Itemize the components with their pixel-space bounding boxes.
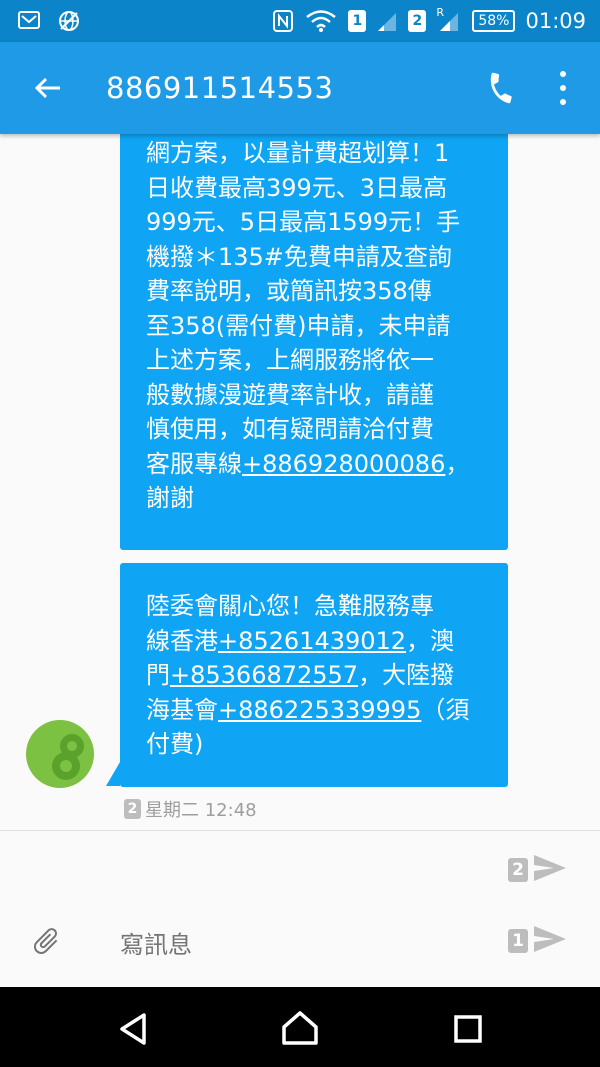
sim-badge: 1 — [508, 929, 528, 953]
globe-block-icon — [58, 10, 80, 32]
avatar[interactable] — [26, 720, 94, 788]
message-line: 謝謝 — [146, 484, 194, 512]
message-line: 慎使用，如有疑問請洽付費 — [146, 415, 434, 443]
phone-icon[interactable] — [484, 71, 518, 105]
sim-badge: 2 — [508, 858, 528, 882]
arrow-left-icon[interactable] — [32, 72, 64, 104]
message-meta: 2 星期二 12:48 — [124, 796, 257, 822]
recents-square-icon[interactable] — [448, 1009, 488, 1049]
line-text: （須 — [421, 695, 470, 724]
home-icon[interactable] — [280, 1009, 320, 1049]
message-line: 客服專線+886928000086， — [146, 447, 482, 482]
line-text: 線香港 — [146, 626, 218, 655]
line-text: ，大陸撥 — [358, 661, 455, 689]
sim2-badge: 2 — [408, 10, 427, 32]
back-triangle-icon[interactable] — [114, 1009, 154, 1049]
conversation-list[interactable]: 網方案，以量計費超划算！1 日收費最高399元、3日最高 999元、5日最高15… — [0, 134, 600, 830]
app-bar: 886911514553 — [0, 42, 600, 134]
send-icon — [532, 853, 568, 887]
roaming-label: R — [436, 6, 444, 19]
message-line: 上述方案，上網服務將依一 — [146, 346, 434, 374]
conversation-title: 886911514553 — [106, 71, 334, 105]
paperclip-icon[interactable] — [30, 923, 62, 959]
contact-avatar-icon — [52, 734, 84, 780]
message-line: 海基會+886225339995（須 — [146, 693, 482, 728]
send-icon — [532, 924, 568, 958]
navigation-bar — [0, 987, 600, 1067]
message-line: 至358(需付費)申請，未申請 — [146, 311, 451, 340]
message-line: 機撥＊135#免費申請及查詢 — [146, 242, 452, 271]
send-sim1-button[interactable]: 1 — [508, 924, 568, 958]
message-line: 線香港+85261439012，澳 — [146, 624, 482, 659]
sim1-badge: 1 — [348, 10, 367, 32]
composer: 2 寫訊息 1 — [0, 830, 600, 987]
phone-link[interactable]: +886225339995 — [218, 696, 421, 724]
signal-sim1-icon — [376, 10, 398, 32]
message-line: 費率說明，或簡訊按358傳 — [146, 277, 432, 305]
status-clock: 01:09 — [525, 9, 586, 33]
line-text: ， — [445, 449, 470, 478]
message-line: 陸委會關心您！急難服務專 — [146, 592, 434, 620]
message-line: 網方案，以量計費超划算！1 — [146, 139, 450, 167]
message-timestamp: 星期二 12:48 — [145, 800, 257, 821]
wifi-icon — [304, 10, 338, 32]
sms-notification-icon — [18, 10, 40, 32]
line-text: 門 — [146, 661, 170, 689]
message-bubble[interactable]: 網方案，以量計費超划算！1 日收費最高399元、3日最高 999元、5日最高15… — [120, 134, 508, 550]
message-input[interactable]: 寫訊息 — [120, 925, 192, 960]
bubble-tail — [106, 762, 120, 786]
battery-indicator: 58% — [472, 10, 516, 32]
more-vert-icon[interactable] — [558, 71, 568, 105]
message-bubble[interactable]: 陸委會關心您！急難服務專 線香港+85261439012，澳 門+8536687… — [120, 563, 508, 787]
message-line: 付費) — [146, 730, 204, 758]
phone-link[interactable]: +85366872557 — [170, 661, 358, 689]
status-bar: 1 2 R 58% 01:09 — [0, 0, 600, 42]
message-line: 日收費最高399元、3日最高 — [146, 173, 448, 202]
message-line: 門+85366872557，大陸撥 — [146, 658, 482, 693]
send-sim2-button[interactable]: 2 — [508, 853, 568, 887]
line-text: ，澳 — [406, 626, 455, 655]
phone-link[interactable]: +85261439012 — [218, 627, 406, 655]
line-text: 客服專線 — [146, 449, 242, 478]
nfc-icon — [272, 10, 294, 32]
message-line: 般數據漫遊費率計收，請謹 — [146, 380, 434, 409]
sim-badge: 2 — [124, 799, 141, 819]
signal-sim2-roaming-icon: R — [436, 6, 462, 32]
line-text: 海基會 — [146, 695, 218, 724]
phone-link[interactable]: +886928000086 — [242, 450, 445, 478]
message-line: 999元、5日最高1599元！手 — [146, 208, 461, 236]
